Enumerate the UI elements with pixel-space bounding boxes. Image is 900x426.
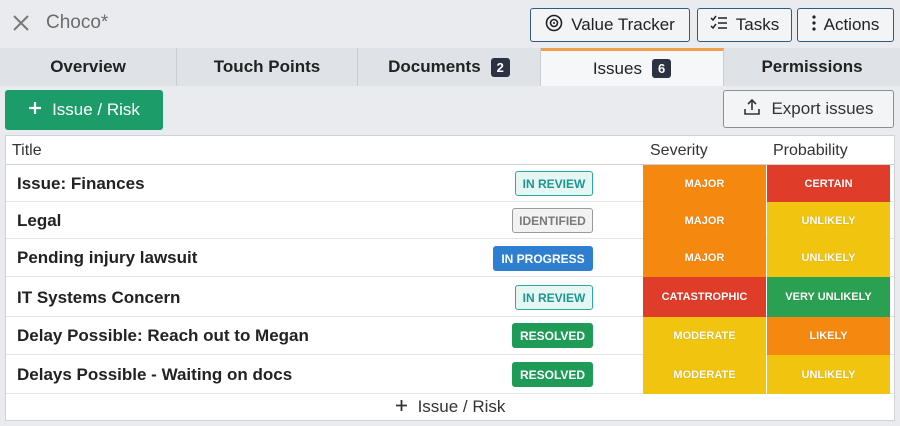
status-badge: IN REVIEW [515, 171, 593, 196]
tab-label: Permissions [761, 57, 863, 76]
tab-issues[interactable]: Issues 6 [541, 48, 724, 86]
table-row[interactable]: Delays Possible - Waiting on docs RESOLV… [6, 355, 894, 394]
top-bar: Choco* Value Tracker Tasks Actions [0, 0, 900, 48]
issues-table: Title Severity Probability Issue: Financ… [5, 135, 895, 421]
tab-label: Overview [50, 57, 126, 76]
severity-cell[interactable]: MAJOR [643, 239, 766, 277]
value-tracker-label: Value Tracker [571, 15, 675, 34]
checklist-icon [710, 15, 728, 36]
tasks-label: Tasks [735, 15, 780, 34]
probability-cell[interactable]: UNLIKELY [767, 239, 890, 277]
severity-cell[interactable]: CATASTROPHIC [643, 277, 766, 317]
plus-icon [395, 397, 408, 417]
severity-cell[interactable]: MAJOR [643, 202, 766, 239]
close-icon[interactable] [10, 12, 32, 34]
tab-touch-points[interactable]: Touch Points [177, 48, 358, 86]
value-tracker-button[interactable]: Value Tracker [530, 8, 690, 42]
target-icon [545, 14, 563, 37]
export-issues-button[interactable]: Export issues [723, 90, 894, 128]
probability-cell[interactable]: VERY UNLIKELY [767, 277, 890, 317]
status-badge: RESOLVED [512, 362, 593, 387]
probability-cell[interactable]: UNLIKELY [767, 202, 890, 239]
severity-cell[interactable]: MODERATE [643, 317, 766, 355]
tab-overview[interactable]: Overview [0, 48, 177, 86]
table-row[interactable]: Delay Possible: Reach out to Megan RESOL… [6, 317, 894, 355]
probability-cell[interactable]: LIKELY [767, 317, 890, 355]
probability-cell[interactable]: CERTAIN [767, 165, 890, 202]
probability-cell[interactable]: UNLIKELY [767, 355, 890, 394]
tab-documents[interactable]: Documents 2 [358, 48, 541, 86]
actions-button[interactable]: Actions [797, 8, 894, 42]
severity-cell[interactable]: MODERATE [643, 355, 766, 394]
documents-count-badge: 2 [490, 57, 510, 77]
kebab-icon [812, 14, 816, 36]
column-severity[interactable]: Severity [650, 142, 708, 160]
issue-title[interactable]: Delay Possible: Reach out to Megan [17, 326, 309, 346]
tab-label: Issues [592, 58, 642, 78]
status-badge: IN REVIEW [515, 285, 593, 310]
document-title: Choco* [46, 12, 109, 33]
status-badge: IDENTIFIED [512, 208, 593, 233]
status-badge: IN PROGRESS [493, 246, 593, 271]
tab-label: Documents [388, 57, 481, 76]
column-probability[interactable]: Probability [773, 142, 848, 160]
upload-icon [743, 98, 761, 121]
tab-label: Touch Points [213, 57, 321, 76]
issue-title[interactable]: Legal [17, 211, 61, 231]
table-row[interactable]: Legal IDENTIFIED MAJOR UNLIKELY [6, 202, 894, 239]
add-issue-button[interactable]: Issue / Risk [5, 90, 163, 130]
add-issue-label: Issue / Risk [52, 100, 140, 119]
severity-cell[interactable]: MAJOR [643, 165, 766, 202]
status-badge: RESOLVED [512, 323, 593, 348]
issues-count-badge: 6 [651, 59, 672, 78]
issue-title[interactable]: Issue: Finances [17, 174, 145, 194]
table-row[interactable]: Issue: Finances IN REVIEW MAJOR CERTAIN [6, 165, 894, 202]
export-issues-label: Export issues [771, 99, 874, 118]
issue-title[interactable]: IT Systems Concern [17, 288, 180, 308]
issue-title[interactable]: Pending injury lawsuit [17, 248, 197, 268]
tab-bar: Overview Touch Points Documents 2 Issues… [0, 48, 900, 86]
table-header: Title Severity Probability [6, 136, 894, 165]
table-row[interactable]: IT Systems Concern IN REVIEW CATASTROPHI… [6, 277, 894, 317]
tab-permissions[interactable]: Permissions [724, 48, 900, 86]
add-issue-row-label: Issue / Risk [417, 397, 506, 416]
table-row[interactable]: Pending injury lawsuit IN PROGRESS MAJOR… [6, 239, 894, 277]
column-title[interactable]: Title [12, 142, 42, 160]
issue-title[interactable]: Delays Possible - Waiting on docs [17, 365, 292, 385]
tasks-button[interactable]: Tasks [697, 8, 792, 42]
add-issue-row-button[interactable]: Issue / Risk [6, 394, 894, 420]
plus-icon [28, 100, 42, 120]
actions-label: Actions [823, 15, 880, 34]
